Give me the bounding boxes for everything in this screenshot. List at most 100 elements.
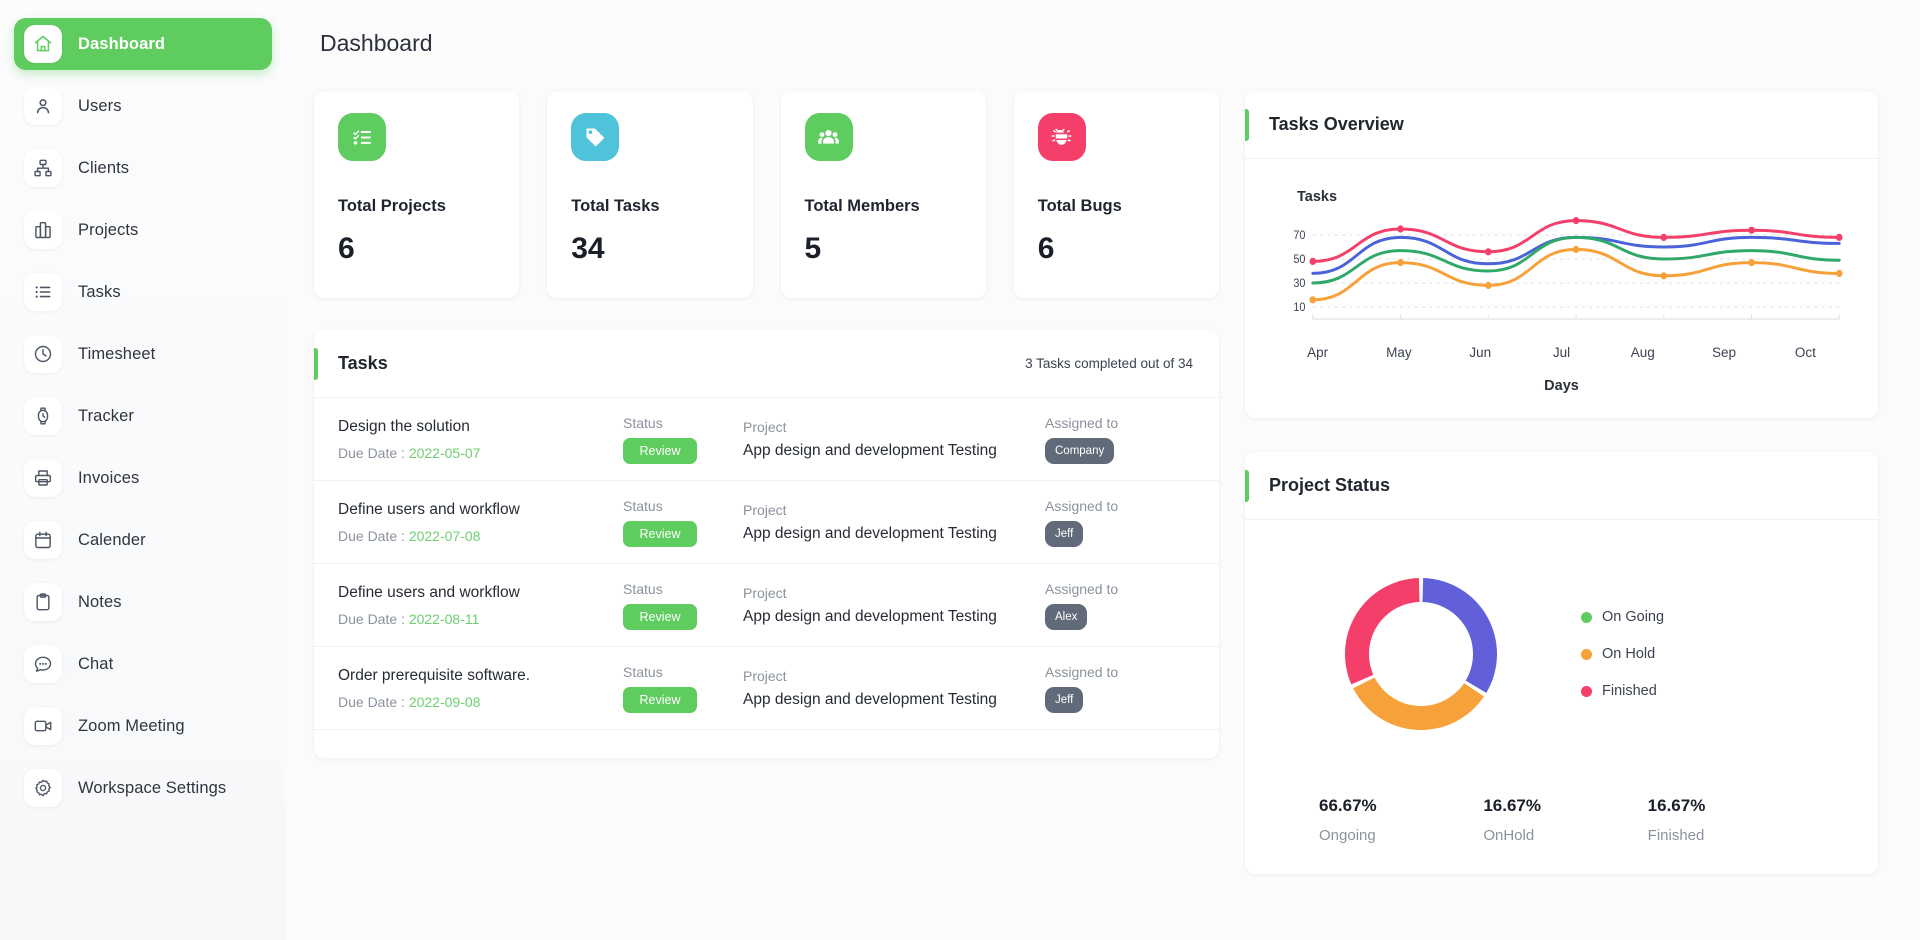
list-icon xyxy=(24,273,62,311)
legend-label: On Hold xyxy=(1602,646,1656,662)
task-project-cell: Project App design and development Testi… xyxy=(743,585,1045,626)
tasks-completed-count: 3 Tasks completed out of 34 xyxy=(1025,356,1193,371)
legend-item-finished[interactable]: Finished xyxy=(1581,683,1852,699)
sidebar-item-label: Clients xyxy=(78,158,130,177)
sidebar-item-notes[interactable]: Notes xyxy=(14,576,272,628)
status-badge[interactable]: Review xyxy=(623,686,697,713)
due-date-value: 2022-09-08 xyxy=(408,693,481,710)
avatar[interactable]: Alex xyxy=(1045,603,1088,630)
sidebar-item-calender[interactable]: Calender xyxy=(14,514,272,566)
content-columns: Total Projects 6 Total Tasks 34 Total Me… xyxy=(314,91,1878,874)
donut-chart[interactable] xyxy=(1271,554,1571,754)
sidebar-item-label: Users xyxy=(78,96,122,115)
tasks-overview-header: Tasks Overview xyxy=(1245,91,1878,159)
task-project-cell: Project App design and development Testi… xyxy=(743,668,1045,709)
task-name-cell: Define users and workflow Due Date : 202… xyxy=(338,584,623,627)
table-row[interactable]: Design the solution Due Date : 2022-05-0… xyxy=(314,398,1219,481)
sidebar: Dashboard Users Clients Projects Tasks T… xyxy=(0,0,286,940)
stat-card-total-tasks[interactable]: Total Tasks 34 xyxy=(547,91,753,298)
status-badge[interactable]: Review xyxy=(623,520,697,547)
stat-card-total-bugs[interactable]: Total Bugs 6 xyxy=(1013,91,1219,298)
status-caption: Status xyxy=(623,663,663,680)
stat-card-value: 34 xyxy=(571,232,605,265)
sidebar-item-workspace-settings[interactable]: Workspace Settings xyxy=(14,762,272,814)
assigned-caption: Assigned to xyxy=(1045,663,1119,680)
tasks-overview-body: Tasks 10 30 50 70 Apr May Jun Jul Aug Sep O… xyxy=(1245,159,1878,418)
chart-xaxis: Apr May Jun Jul Aug Sep Oct xyxy=(1271,345,1852,360)
sidebar-item-label: Dashboard xyxy=(78,34,166,53)
x-tick-label: May xyxy=(1386,345,1412,360)
due-date-value: 2022-07-08 xyxy=(408,527,481,544)
percentage-value: 66.67% xyxy=(1319,796,1377,815)
gear-icon xyxy=(24,769,62,807)
sidebar-item-tasks[interactable]: Tasks xyxy=(14,266,272,318)
percentage-cell-finished: 16.67% Finished xyxy=(1648,796,1812,844)
sidebar-item-label: Zoom Meeting xyxy=(78,716,185,735)
svg-text:70: 70 xyxy=(1293,230,1305,243)
sidebar-item-users[interactable]: Users xyxy=(14,80,272,132)
task-project-cell: Project App design and development Testi… xyxy=(743,502,1045,543)
project-caption: Project xyxy=(743,501,787,518)
stat-card-total-members[interactable]: Total Members 5 xyxy=(780,91,986,298)
task-assignee-cell: Assigned to Company xyxy=(1045,415,1195,464)
sidebar-item-tracker[interactable]: Tracker xyxy=(14,390,272,442)
table-row[interactable]: Order prerequisite software. Due Date : … xyxy=(314,647,1219,730)
building-icon xyxy=(24,211,62,249)
sidebar-item-zoom-meeting[interactable]: Zoom Meeting xyxy=(14,700,272,752)
stat-card-label: Total Tasks xyxy=(571,197,660,215)
task-due-date: Due Date : 2022-07-08 xyxy=(338,528,623,544)
sidebar-item-clients[interactable]: Clients xyxy=(14,142,272,194)
table-row[interactable]: Define users and workflow Due Date : 202… xyxy=(314,564,1219,647)
sidebar-item-projects[interactable]: Projects xyxy=(14,204,272,256)
sidebar-item-dashboard[interactable]: Dashboard xyxy=(14,18,272,70)
project-status-title: Project Status xyxy=(1269,475,1391,495)
due-date-value: 2022-08-11 xyxy=(408,610,480,627)
status-badge[interactable]: Review xyxy=(623,437,697,464)
avatar[interactable]: Company xyxy=(1045,437,1115,464)
percentage-label: Finished xyxy=(1647,827,1705,844)
calendar-icon xyxy=(24,521,62,559)
donut-chart-svg xyxy=(1345,578,1497,730)
sidebar-item-label: Timesheet xyxy=(78,344,156,363)
table-row[interactable]: Define users and workflow Due Date : 202… xyxy=(314,481,1219,564)
due-date-prefix: Due Date : xyxy=(338,693,409,710)
svg-text:30: 30 xyxy=(1293,278,1305,291)
task-assignee-cell: Assigned to Jeff xyxy=(1045,664,1195,713)
main-content: Dashboard Total Projects 6 Total Tasks 3… xyxy=(286,0,1920,940)
due-date-prefix: Due Date : xyxy=(338,527,409,544)
sitemap-icon xyxy=(24,149,62,187)
due-date-value: 2022-05-07 xyxy=(408,444,481,461)
tasks-panel: Tasks 3 Tasks completed out of 34 Design… xyxy=(314,330,1219,758)
project-caption: Project xyxy=(743,418,787,435)
clipboard-icon xyxy=(24,583,62,621)
percentage-cell-onhold: 16.67% OnHold xyxy=(1483,796,1647,844)
stat-card-total-projects[interactable]: Total Projects 6 xyxy=(314,91,520,298)
legend-item-on-going[interactable]: On Going xyxy=(1581,609,1852,625)
line-chart-svg: 10 30 50 70 xyxy=(1293,217,1843,320)
avatar[interactable]: Jeff xyxy=(1045,686,1084,713)
percentage-label: OnHold xyxy=(1483,827,1535,844)
stat-card-label: Total Members xyxy=(804,197,920,215)
sidebar-item-invoices[interactable]: Invoices xyxy=(14,452,272,504)
sidebar-item-label: Tracker xyxy=(78,406,135,425)
project-caption: Project xyxy=(743,667,787,684)
status-badge[interactable]: Review xyxy=(623,603,697,630)
app-root: Dashboard Users Clients Projects Tasks T… xyxy=(0,0,1920,940)
avatar[interactable]: Jeff xyxy=(1045,520,1084,547)
sidebar-item-label: Workspace Settings xyxy=(78,778,227,797)
project-name: App design and development Testing xyxy=(743,607,997,625)
x-tick-label: Jul xyxy=(1552,345,1571,360)
home-icon xyxy=(24,25,62,63)
tasks-panel-footer xyxy=(314,730,1219,758)
sidebar-item-chat[interactable]: Chat xyxy=(14,638,272,690)
legend-item-on-hold[interactable]: On Hold xyxy=(1581,646,1852,662)
line-chart[interactable]: 10 30 50 70 xyxy=(1271,213,1852,341)
legend-dot-icon xyxy=(1581,685,1592,697)
project-name: App design and development Testing xyxy=(743,441,997,459)
status-caption: Status xyxy=(623,497,663,514)
sidebar-item-label: Tasks xyxy=(78,282,121,301)
stat-card-value: 6 xyxy=(338,232,355,265)
legend-label: Finished xyxy=(1602,683,1657,699)
task-title: Define users and workflow xyxy=(338,500,520,518)
sidebar-item-timesheet[interactable]: Timesheet xyxy=(14,328,272,380)
